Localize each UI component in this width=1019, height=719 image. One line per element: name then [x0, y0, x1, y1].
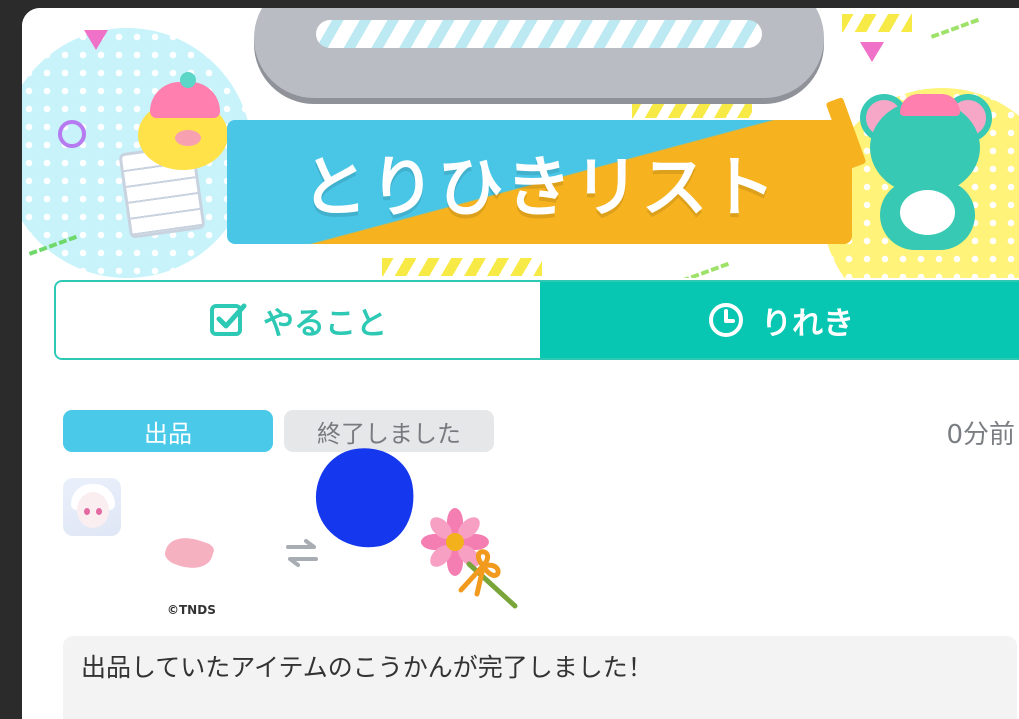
tab-history[interactable]: りれき: [540, 282, 1019, 358]
checkbox-icon: [209, 301, 247, 339]
clipboard-clip: [254, 8, 824, 98]
decor-stripes: [842, 14, 912, 32]
decor-zigzag: [680, 261, 734, 278]
decor-ring: [58, 120, 86, 148]
tab-todo-label: やること: [263, 305, 387, 342]
header-banner: とりひきリスト: [22, 8, 1019, 278]
decor-stripes: [382, 258, 542, 276]
tab-history-label: りれき: [761, 305, 854, 342]
redaction-scribble: [308, 440, 422, 556]
avatar[interactable]: [63, 478, 121, 536]
received-item-image[interactable]: [417, 506, 527, 616]
offered-item-image[interactable]: [162, 530, 222, 575]
swap-arrows-icon: [284, 538, 320, 572]
status-badge: 終了しました: [284, 410, 494, 452]
message-box: 出品していたアイテムのこうかんが完了しました！: [63, 636, 1017, 719]
bear-mascot: [860, 90, 1000, 260]
page-title: とりひきリスト: [301, 149, 778, 226]
tab-bar: やること りれき: [54, 280, 1019, 360]
title-board: とりひきリスト: [227, 120, 852, 244]
decor-stripes: [632, 100, 752, 118]
listing-type-badge: 出品: [63, 410, 273, 452]
completion-message: 出品していたアイテムのこうかんが完了しました！: [81, 653, 653, 682]
tab-todo[interactable]: やること: [56, 282, 540, 358]
clock-icon: [707, 301, 745, 339]
decor-triangle: [860, 42, 884, 62]
trade-list-panel: とりひきリスト やること りれき 出品 終了しました 0分前 ©TNDS 出品し…: [22, 8, 1019, 719]
copyright-text: ©TNDS: [167, 603, 216, 617]
decor-zigzag: [930, 17, 984, 51]
timestamp: 0分前: [946, 420, 1015, 450]
decor-triangle: [84, 30, 108, 50]
